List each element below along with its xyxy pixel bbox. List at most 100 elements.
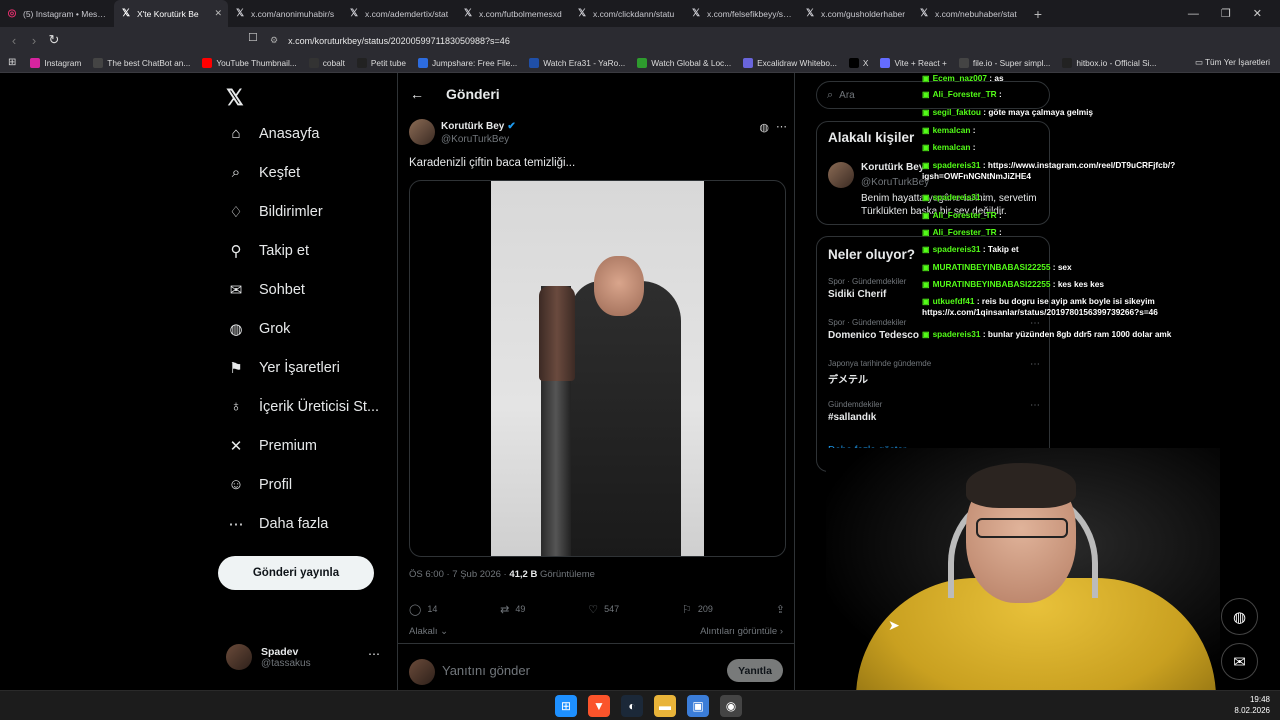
video-frame <box>491 181 704 556</box>
profile-icon: ☺ <box>228 476 244 493</box>
site-info-icon[interactable]: ⚙ <box>270 35 278 46</box>
browser-tab[interactable]: 𝕏x.com/futbolmemesxd <box>456 0 570 27</box>
forward-icon[interactable]: › <box>24 33 44 48</box>
bookmark-item[interactable]: Vite + React + <box>880 57 947 68</box>
nav-item-sohbet[interactable]: ✉ Sohbet <box>218 270 388 309</box>
chat-username: spadereis31 <box>932 244 981 254</box>
bookmark-item[interactable]: YouTube Thumbnail... <box>202 57 297 68</box>
steam-icon[interactable]: ◐ <box>621 695 643 717</box>
like-action[interactable]: ♡ 547 <box>588 602 619 616</box>
browser-tab[interactable]: 𝕏x.com/anonimuhabir/s <box>228 0 342 27</box>
chat-username: spadereis31 <box>932 329 981 339</box>
browser-tab[interactable]: 𝕏 X'te Korutürk Be ✕ <box>114 0 228 27</box>
close-icon[interactable]: ✕ <box>214 8 222 19</box>
browser-tab[interactable]: 𝕏x.com/ademdertix/stat <box>342 0 456 27</box>
bookmark-item[interactable]: cobalt <box>308 57 345 68</box>
bookmark-item[interactable]: The best ChatBot an... <box>93 57 190 68</box>
bookmark-item[interactable]: Jumpshare: Free File... <box>417 57 517 68</box>
nav-item-profil[interactable]: ☺ Profil <box>218 465 388 504</box>
bookmark-label: hitbox.io - Official Si... <box>1076 57 1157 68</box>
author-handle[interactable]: @KoruTurkBey <box>441 134 509 145</box>
avatar[interactable] <box>828 162 854 188</box>
apps-icon[interactable]: ⊞ <box>8 57 16 68</box>
app-icon[interactable]: ▣ <box>687 695 709 717</box>
related-handle[interactable]: @KoruTurkBey <box>861 177 929 188</box>
bookmark-item[interactable]: hitbox.io - Official Si... <box>1062 57 1157 68</box>
nav-item-bildirimler[interactable]: ♢ Bildirimler <box>218 192 388 231</box>
nav-item-takip-et[interactable]: ⚲ Takip et <box>218 231 388 270</box>
browser-tab[interactable]: 𝕏x.com/clickdann/statu <box>570 0 684 27</box>
more-icon[interactable]: ⋯ <box>776 120 787 133</box>
author-name[interactable]: Korutürk Bey ✔ <box>441 121 516 132</box>
bookmark-label: cobalt <box>322 57 345 68</box>
nav-item-premium[interactable]: ✕ Premium <box>218 426 388 465</box>
avatar[interactable] <box>409 119 435 145</box>
more-icon[interactable]: ⋯ <box>368 647 380 661</box>
all-bookmarks-link[interactable]: ▭ Tüm Yer İşaretleri <box>1195 57 1270 67</box>
minimize-icon[interactable]: — <box>1188 8 1199 20</box>
reload-icon[interactable]: ↻ <box>44 32 64 48</box>
nav-item-yer-i-aretleri[interactable]: ⚑ Yer İşaretleri <box>218 348 388 387</box>
browser-tab[interactable]: ◎ (5) Instagram • Mesajla <box>0 0 114 27</box>
nav-item-daha-fazla[interactable]: ⋯ Daha fazla <box>218 504 388 543</box>
trend-item[interactable]: Gündemdekiler #sallandık ⋯ <box>828 400 1040 423</box>
messages-icon[interactable]: ✉ <box>1221 643 1258 680</box>
bookmark-favicon-icon <box>202 57 213 68</box>
clock[interactable]: 19:48 8.02.2026 <box>1234 694 1270 716</box>
search-icon: ⌕ <box>827 88 834 101</box>
back-arrow-icon[interactable]: ← <box>410 86 424 102</box>
nav-item-i-erik-reticisi-st-[interactable]: ♁ İçerik Üreticisi St... <box>218 387 388 426</box>
bookmark-action[interactable]: ⚐ 209 <box>682 602 713 616</box>
bookmark-item[interactable]: X <box>848 57 868 68</box>
bookmark-item[interactable]: file.io - Super simpl... <box>958 57 1050 68</box>
chat-separator: : <box>1050 279 1058 289</box>
post-button[interactable]: Gönderi yayınla <box>218 556 374 590</box>
new-tab-button[interactable]: + <box>1026 6 1050 22</box>
maximize-icon[interactable]: ❐ <box>1221 7 1231 20</box>
account-switcher[interactable]: Spadev @tassakus ⋯ <box>226 641 386 673</box>
view-quotes-link[interactable]: Alıntıları görüntüle › <box>700 626 783 637</box>
chat-username: Ecem_naz007 <box>932 73 987 83</box>
bookmark-item[interactable]: Instagram <box>30 57 81 68</box>
bookmark-item[interactable]: Watch Era31 - YaRo... <box>529 57 625 68</box>
search-placeholder: Ara <box>839 89 855 101</box>
tweet-time[interactable]: ÖS 6:00 · 7 Şub 2026 · <box>409 569 509 580</box>
repost-action[interactable]: ⇄ 49 <box>500 602 525 616</box>
reply-button[interactable]: Yanıtla <box>727 659 783 682</box>
obs-icon[interactable]: ◉ <box>720 695 742 717</box>
more-icon: ⋯ <box>228 515 244 533</box>
x-logo-icon[interactable]: 𝕏 <box>226 85 256 111</box>
nav-item-anasayfa[interactable]: ⌂ Anasayfa <box>218 114 388 153</box>
nav-item-ke-fet[interactable]: ⌕ Keşfet <box>218 153 388 192</box>
reply-action[interactable]: ◯ 14 <box>409 602 437 616</box>
trend-category: Gündemdekiler <box>828 400 883 409</box>
windows-start-icon[interactable]: ⊞ <box>555 695 577 717</box>
tweet-video[interactable] <box>409 180 786 557</box>
brave-icon[interactable]: ▼ <box>588 695 610 717</box>
browser-tab[interactable]: 𝕏x.com/gusholderhaber <box>798 0 912 27</box>
repost-icon: ⇄ <box>500 603 510 616</box>
bookmark-item[interactable]: Petit tube <box>356 57 406 68</box>
nav-item-grok[interactable]: ◍ Grok <box>218 309 388 348</box>
back-icon[interactable]: ‹ <box>4 33 24 48</box>
grok-icon[interactable]: ◍ <box>759 121 769 134</box>
more-icon[interactable]: ⋯ <box>1030 400 1040 411</box>
browser-tab[interactable]: 𝕏x.com/nebuhaber/stat <box>912 0 1026 27</box>
bookmark-page-icon[interactable]: ☐ <box>248 31 258 44</box>
url-field[interactable]: ⚙ x.com/koruturkbey/status/2020059971183… <box>270 32 910 49</box>
more-icon[interactable]: ⋯ <box>1030 359 1040 370</box>
share-action[interactable]: ⇪ <box>776 602 785 616</box>
grok-icon[interactable]: ◍ <box>1221 598 1258 635</box>
close-window-icon[interactable]: ✕ <box>1253 7 1262 20</box>
trend-category: Japonya tarihinde gündemde <box>828 359 932 368</box>
reply-input[interactable]: Yanıtını gönder <box>442 663 530 678</box>
sort-relevant[interactable]: Alakalı ⌄ <box>409 626 448 637</box>
browser-tab[interactable]: 𝕏x.com/felsefikbeyy/stat <box>684 0 798 27</box>
related-name[interactable]: Korutürk Bey <box>861 162 924 173</box>
bookmark-item[interactable]: Watch Global & Loc... <box>637 57 731 68</box>
folder-icon[interactable]: ▬ <box>654 695 676 717</box>
mail-icon: ✉ <box>229 281 243 299</box>
x-logo-icon: 𝕏 <box>349 8 359 19</box>
bookmark-item[interactable]: Excalidraw Whitebo... <box>743 57 837 68</box>
trend-item[interactable]: Japonya tarihinde gündemde デメテル ⋯ <box>828 359 1040 386</box>
